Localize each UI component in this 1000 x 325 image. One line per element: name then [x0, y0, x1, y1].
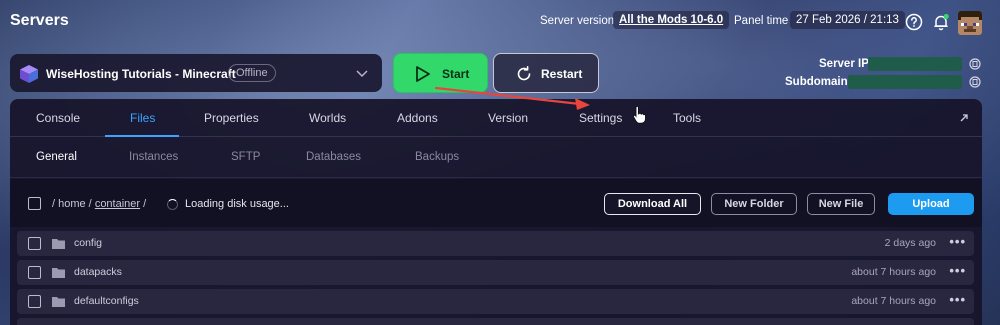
- file-name[interactable]: defaultconfigs: [74, 295, 139, 307]
- file-row-defaultconfigs[interactable]: defaultconfigs about 7 hours ago •••: [17, 289, 974, 314]
- tab-files[interactable]: Files: [130, 111, 155, 125]
- folder-icon: [52, 239, 65, 249]
- panel-time-value: 27 Feb 2026 / 21:13: [790, 11, 905, 29]
- tab-tools[interactable]: Tools: [673, 111, 701, 125]
- server-ip-label: Server IP: [819, 58, 869, 70]
- file-modified: 2 days ago: [884, 237, 936, 249]
- subtab-sftp[interactable]: SFTP: [231, 151, 260, 163]
- file-modified: about 7 hours ago: [851, 295, 936, 307]
- row-checkbox[interactable]: [28, 295, 41, 308]
- active-tab-indicator: [105, 135, 179, 137]
- server-ip-redacted: [868, 57, 962, 71]
- copy-ip-icon[interactable]: [969, 58, 981, 70]
- subdomain-label: Subdomain: [785, 76, 848, 88]
- chevron-down-icon[interactable]: [355, 66, 369, 80]
- select-all-checkbox[interactable]: [28, 197, 41, 210]
- subtab-general[interactable]: General: [36, 151, 77, 163]
- file-name[interactable]: config: [74, 237, 102, 249]
- sub-tabs: General Instances SFTP Databases Backups: [10, 138, 982, 178]
- row-checkbox[interactable]: [28, 237, 41, 250]
- breadcrumb: / home / container /: [52, 198, 146, 210]
- breadcrumb-container[interactable]: container: [95, 198, 140, 210]
- annotation-arrow: [434, 86, 590, 110]
- help-icon[interactable]: [905, 13, 923, 31]
- top-bar: Servers Server version All the Mods 10-6…: [0, 0, 1000, 46]
- server-version-label: Server version: [540, 15, 615, 27]
- breadcrumb-root[interactable]: / home /: [52, 198, 92, 210]
- file-name[interactable]: datapacks: [74, 266, 122, 278]
- more-options-icon[interactable]: •••: [949, 263, 966, 278]
- file-row-partial: [17, 318, 974, 325]
- new-folder-button[interactable]: New Folder: [711, 193, 797, 215]
- file-modified: about 7 hours ago: [851, 266, 936, 278]
- loading-spinner-icon: [167, 199, 178, 210]
- disk-usage-status: Loading disk usage...: [185, 198, 289, 210]
- file-row-config[interactable]: config 2 days ago •••: [17, 231, 974, 256]
- tab-version[interactable]: Version: [488, 111, 528, 125]
- popout-icon[interactable]: [958, 112, 970, 124]
- tab-console[interactable]: Console: [36, 111, 80, 125]
- new-file-button[interactable]: New File: [807, 193, 875, 215]
- more-options-icon[interactable]: •••: [949, 234, 966, 249]
- hand-cursor-icon: [633, 106, 646, 124]
- subtab-databases[interactable]: Databases: [306, 151, 361, 163]
- restart-label: Restart: [541, 67, 583, 81]
- tab-worlds[interactable]: Worlds: [309, 111, 346, 125]
- restart-icon: [517, 65, 531, 81]
- upload-button[interactable]: Upload: [888, 193, 974, 215]
- play-icon: [416, 66, 430, 82]
- main-panel: Console Files Properties Worlds Addons V…: [10, 99, 982, 325]
- bell-icon[interactable]: [932, 13, 950, 31]
- server-selector[interactable]: WiseHosting Tutorials - Minecraft Offlin…: [10, 54, 382, 92]
- status-badge: Offline: [228, 64, 276, 82]
- folder-icon: [52, 297, 65, 307]
- breadcrumb-separator: /: [143, 198, 147, 210]
- subtab-backups[interactable]: Backups: [415, 151, 459, 163]
- download-all-button[interactable]: Download All: [604, 193, 701, 215]
- file-row-datapacks[interactable]: datapacks about 7 hours ago •••: [17, 260, 974, 285]
- subtab-instances[interactable]: Instances: [129, 151, 178, 163]
- server-version-link[interactable]: All the Mods 10-6.0: [613, 11, 730, 29]
- panel-time-label: Panel time: [734, 15, 789, 27]
- tab-properties[interactable]: Properties: [204, 111, 259, 125]
- start-label: Start: [442, 67, 470, 81]
- folder-icon: [52, 268, 65, 278]
- row-checkbox[interactable]: [28, 266, 41, 279]
- server-cube-icon: [20, 65, 38, 83]
- more-options-icon[interactable]: •••: [949, 292, 966, 307]
- tab-settings[interactable]: Settings: [579, 111, 622, 125]
- file-toolbar: / home / container / Loading disk usage.…: [10, 179, 982, 227]
- avatar[interactable]: [958, 11, 982, 35]
- server-name: WiseHosting Tutorials - Minecraft: [46, 67, 236, 81]
- page-title: Servers: [10, 12, 69, 29]
- subdomain-redacted: [848, 75, 962, 89]
- copy-subdomain-icon[interactable]: [969, 76, 981, 88]
- tab-addons[interactable]: Addons: [397, 111, 438, 125]
